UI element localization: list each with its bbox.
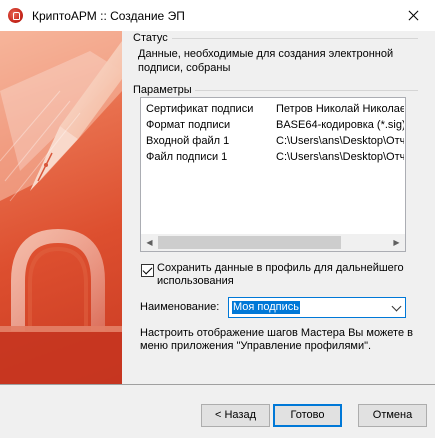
param-value: BASE64-кодировка (*.sig) [276, 119, 404, 131]
param-key: Файл подписи 1 [146, 151, 228, 163]
padlock-pen-illustration [0, 31, 122, 384]
param-value: C:\Users\ans\Desktop\Отчет [276, 135, 404, 147]
save-profile-checkbox[interactable] [141, 264, 154, 277]
scroll-right-icon[interactable]: ▶ [388, 234, 405, 251]
param-value: C:\Users\ans\Desktop\Отчет [276, 151, 404, 163]
params-row[interactable]: Формат подписи BASE64-кодировка (*.sig) [146, 119, 404, 135]
horizontal-scrollbar[interactable]: ◀ ▶ [141, 234, 405, 251]
cancel-button[interactable]: Отмена [358, 404, 427, 427]
params-row[interactable]: Входной файл 1 C:\Users\ans\Desktop\Отче… [146, 135, 404, 151]
name-value: Моя подпись [232, 301, 300, 314]
app-lock-icon [8, 8, 23, 23]
params-group-line [192, 90, 418, 91]
back-button[interactable]: < Назад [201, 404, 270, 427]
footer-divider [0, 384, 435, 385]
status-heading: Статус [133, 32, 171, 44]
scroll-thumb[interactable] [158, 236, 341, 249]
profiles-hint: Настроить отображение шагов Мастера Вы м… [140, 327, 413, 352]
param-key: Сертификат подписи [146, 103, 254, 115]
save-profile-label[interactable]: Сохранить данные в профиль для дальнейше… [157, 262, 412, 288]
scroll-left-icon[interactable]: ◀ [141, 234, 158, 251]
params-row[interactable]: Сертификат подписи Петров Николай Никола… [146, 103, 404, 119]
title-bar: КриптоАРМ :: Создание ЭП [0, 0, 435, 31]
chevron-down-icon[interactable] [391, 301, 402, 312]
param-value: Петров Николай Николаевич [276, 103, 404, 115]
param-key: Входной файл 1 [146, 135, 230, 147]
params-heading: Параметры [133, 84, 195, 96]
wizard-side-image [0, 31, 122, 384]
status-group-line [172, 38, 418, 39]
name-combobox[interactable]: Моя подпись [228, 297, 406, 318]
close-icon[interactable] [389, 0, 435, 31]
name-label: Наименование: [140, 301, 220, 313]
params-list[interactable]: Сертификат подписи Петров Николай Никола… [140, 97, 406, 252]
status-text: Данные, необходимые для создания электро… [138, 48, 394, 74]
param-key: Формат подписи [146, 119, 231, 131]
window-title: КриптоАРМ :: Создание ЭП [32, 9, 185, 23]
finish-button[interactable]: Готово [273, 404, 342, 427]
params-row[interactable]: Файл подписи 1 C:\Users\ans\Desktop\Отче… [146, 151, 404, 167]
